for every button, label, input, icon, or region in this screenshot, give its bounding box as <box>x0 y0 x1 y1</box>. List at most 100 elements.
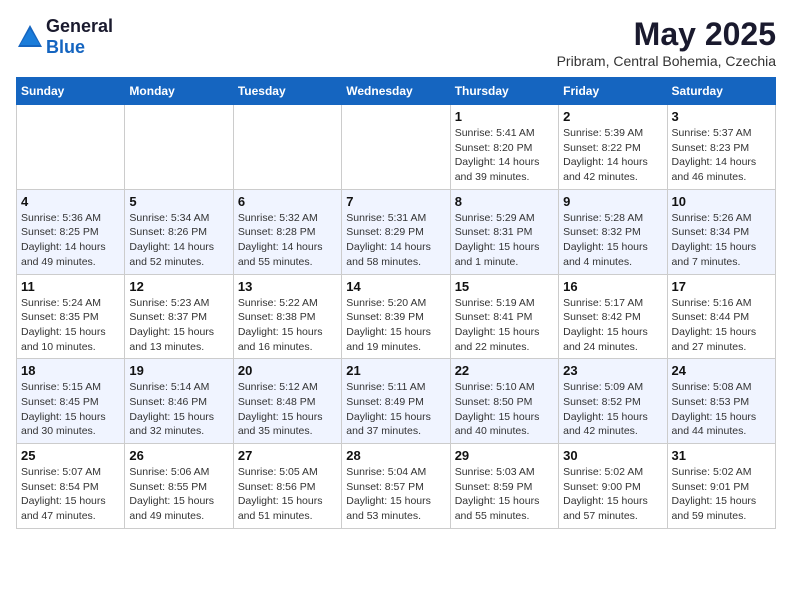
day-number: 21 <box>346 363 445 378</box>
column-header-friday: Friday <box>559 78 667 105</box>
day-info: Sunrise: 5:03 AM Sunset: 8:59 PM Dayligh… <box>455 465 554 524</box>
day-info: Sunrise: 5:09 AM Sunset: 8:52 PM Dayligh… <box>563 380 662 439</box>
column-header-thursday: Thursday <box>450 78 558 105</box>
calendar-cell: 30 Sunrise: 5:02 AM Sunset: 9:00 PM Dayli… <box>559 444 667 529</box>
calendar-cell: 26 Sunrise: 5:06 AM Sunset: 8:55 PM Dayli… <box>125 444 233 529</box>
day-info: Sunrise: 5:15 AM Sunset: 8:45 PM Dayligh… <box>21 380 120 439</box>
calendar-cell: 9 Sunrise: 5:28 AM Sunset: 8:32 PM Daylig… <box>559 189 667 274</box>
day-number: 14 <box>346 279 445 294</box>
calendar-cell: 24 Sunrise: 5:08 AM Sunset: 8:53 PM Dayli… <box>667 359 775 444</box>
day-info: Sunrise: 5:06 AM Sunset: 8:55 PM Dayligh… <box>129 465 228 524</box>
calendar-cell: 8 Sunrise: 5:29 AM Sunset: 8:31 PM Daylig… <box>450 189 558 274</box>
day-number: 11 <box>21 279 120 294</box>
calendar-cell: 13Sunrise: 5:22 AM Sunset: 8:38 PM Dayli… <box>233 274 341 359</box>
calendar-cell: 16 Sunrise: 5:17 AM Sunset: 8:42 PM Dayli… <box>559 274 667 359</box>
column-header-monday: Monday <box>125 78 233 105</box>
calendar-cell: 28Sunrise: 5:04 AM Sunset: 8:57 PM Dayli… <box>342 444 450 529</box>
day-number: 7 <box>346 194 445 209</box>
day-number: 27 <box>238 448 337 463</box>
calendar-cell: 29 Sunrise: 5:03 AM Sunset: 8:59 PM Dayli… <box>450 444 558 529</box>
day-number: 28 <box>346 448 445 463</box>
day-number: 2 <box>563 109 662 124</box>
logo-blue: Blue <box>46 37 85 57</box>
day-info: Sunrise: 5:28 AM Sunset: 8:32 PM Dayligh… <box>563 211 662 270</box>
day-number: 22 <box>455 363 554 378</box>
calendar-cell <box>125 105 233 190</box>
day-number: 25 <box>21 448 120 463</box>
day-info: Sunrise: 5:31 AM Sunset: 8:29 PM Dayligh… <box>346 211 445 270</box>
calendar-cell: 17 Sunrise: 5:16 AM Sunset: 8:44 PM Dayli… <box>667 274 775 359</box>
day-info: Sunrise: 5:05 AM Sunset: 8:56 PM Dayligh… <box>238 465 337 524</box>
day-number: 26 <box>129 448 228 463</box>
day-info: Sunrise: 5:32 AM Sunset: 8:28 PM Dayligh… <box>238 211 337 270</box>
day-number: 9 <box>563 194 662 209</box>
day-number: 5 <box>129 194 228 209</box>
column-header-tuesday: Tuesday <box>233 78 341 105</box>
calendar-cell <box>233 105 341 190</box>
day-number: 30 <box>563 448 662 463</box>
calendar-cell: 22 Sunrise: 5:10 AM Sunset: 8:50 PM Dayli… <box>450 359 558 444</box>
calendar-cell: 3 Sunrise: 5:37 AM Sunset: 8:23 PM Daylig… <box>667 105 775 190</box>
day-number: 29 <box>455 448 554 463</box>
day-number: 31 <box>672 448 771 463</box>
day-info: Sunrise: 5:11 AM Sunset: 8:49 PM Dayligh… <box>346 380 445 439</box>
day-number: 19 <box>129 363 228 378</box>
logo-general: General <box>46 16 113 36</box>
day-info: Sunrise: 5:26 AM Sunset: 8:34 PM Dayligh… <box>672 211 771 270</box>
day-info: Sunrise: 5:12 AM Sunset: 8:48 PM Dayligh… <box>238 380 337 439</box>
day-number: 20 <box>238 363 337 378</box>
day-info: Sunrise: 5:23 AM Sunset: 8:37 PM Dayligh… <box>129 296 228 355</box>
title-block: May 2025 Pribram, Central Bohemia, Czech… <box>557 16 776 69</box>
day-number: 10 <box>672 194 771 209</box>
calendar-cell: 4Sunrise: 5:36 AM Sunset: 8:25 PM Daylig… <box>17 189 125 274</box>
calendar-table: SundayMondayTuesdayWednesdayThursdayFrid… <box>16 77 776 529</box>
day-info: Sunrise: 5:34 AM Sunset: 8:26 PM Dayligh… <box>129 211 228 270</box>
calendar-cell <box>17 105 125 190</box>
day-number: 3 <box>672 109 771 124</box>
calendar-cell: 1 Sunrise: 5:41 AM Sunset: 8:20 PM Daylig… <box>450 105 558 190</box>
month-title: May 2025 <box>557 16 776 53</box>
day-info: Sunrise: 5:29 AM Sunset: 8:31 PM Dayligh… <box>455 211 554 270</box>
calendar-cell: 15 Sunrise: 5:19 AM Sunset: 8:41 PM Dayli… <box>450 274 558 359</box>
calendar-cell: 10 Sunrise: 5:26 AM Sunset: 8:34 PM Dayli… <box>667 189 775 274</box>
calendar-cell: 31Sunrise: 5:02 AM Sunset: 9:01 PM Dayli… <box>667 444 775 529</box>
calendar-cell: 12Sunrise: 5:23 AM Sunset: 8:37 PM Dayli… <box>125 274 233 359</box>
day-number: 23 <box>563 363 662 378</box>
day-info: Sunrise: 5:10 AM Sunset: 8:50 PM Dayligh… <box>455 380 554 439</box>
calendar-cell: 5 Sunrise: 5:34 AM Sunset: 8:26 PM Daylig… <box>125 189 233 274</box>
calendar-cell: 18Sunrise: 5:15 AM Sunset: 8:45 PM Dayli… <box>17 359 125 444</box>
calendar-cell: 27 Sunrise: 5:05 AM Sunset: 8:56 PM Dayli… <box>233 444 341 529</box>
calendar-cell: 14 Sunrise: 5:20 AM Sunset: 8:39 PM Dayli… <box>342 274 450 359</box>
column-header-wednesday: Wednesday <box>342 78 450 105</box>
day-number: 8 <box>455 194 554 209</box>
calendar-cell: 7 Sunrise: 5:31 AM Sunset: 8:29 PM Daylig… <box>342 189 450 274</box>
day-info: Sunrise: 5:17 AM Sunset: 8:42 PM Dayligh… <box>563 296 662 355</box>
day-number: 16 <box>563 279 662 294</box>
calendar-cell: 2 Sunrise: 5:39 AM Sunset: 8:22 PM Daylig… <box>559 105 667 190</box>
location-subtitle: Pribram, Central Bohemia, Czechia <box>557 53 776 69</box>
calendar-cell: 11 Sunrise: 5:24 AM Sunset: 8:35 PM Dayli… <box>17 274 125 359</box>
day-info: Sunrise: 5:16 AM Sunset: 8:44 PM Dayligh… <box>672 296 771 355</box>
day-info: Sunrise: 5:20 AM Sunset: 8:39 PM Dayligh… <box>346 296 445 355</box>
day-info: Sunrise: 5:41 AM Sunset: 8:20 PM Dayligh… <box>455 126 554 185</box>
calendar-cell: 19 Sunrise: 5:14 AM Sunset: 8:46 PM Dayli… <box>125 359 233 444</box>
day-number: 15 <box>455 279 554 294</box>
page-header: General Blue May 2025 Pribram, Central B… <box>16 16 776 69</box>
column-header-sunday: Sunday <box>17 78 125 105</box>
day-info: Sunrise: 5:08 AM Sunset: 8:53 PM Dayligh… <box>672 380 771 439</box>
logo: General Blue <box>16 16 113 58</box>
day-info: Sunrise: 5:19 AM Sunset: 8:41 PM Dayligh… <box>455 296 554 355</box>
day-info: Sunrise: 5:39 AM Sunset: 8:22 PM Dayligh… <box>563 126 662 185</box>
day-info: Sunrise: 5:37 AM Sunset: 8:23 PM Dayligh… <box>672 126 771 185</box>
day-info: Sunrise: 5:22 AM Sunset: 8:38 PM Dayligh… <box>238 296 337 355</box>
calendar-cell <box>342 105 450 190</box>
day-number: 17 <box>672 279 771 294</box>
day-number: 24 <box>672 363 771 378</box>
calendar-cell: 25Sunrise: 5:07 AM Sunset: 8:54 PM Dayli… <box>17 444 125 529</box>
column-header-saturday: Saturday <box>667 78 775 105</box>
day-info: Sunrise: 5:14 AM Sunset: 8:46 PM Dayligh… <box>129 380 228 439</box>
day-info: Sunrise: 5:02 AM Sunset: 9:00 PM Dayligh… <box>563 465 662 524</box>
calendar-cell: 6Sunrise: 5:32 AM Sunset: 8:28 PM Daylig… <box>233 189 341 274</box>
day-number: 1 <box>455 109 554 124</box>
day-info: Sunrise: 5:24 AM Sunset: 8:35 PM Dayligh… <box>21 296 120 355</box>
